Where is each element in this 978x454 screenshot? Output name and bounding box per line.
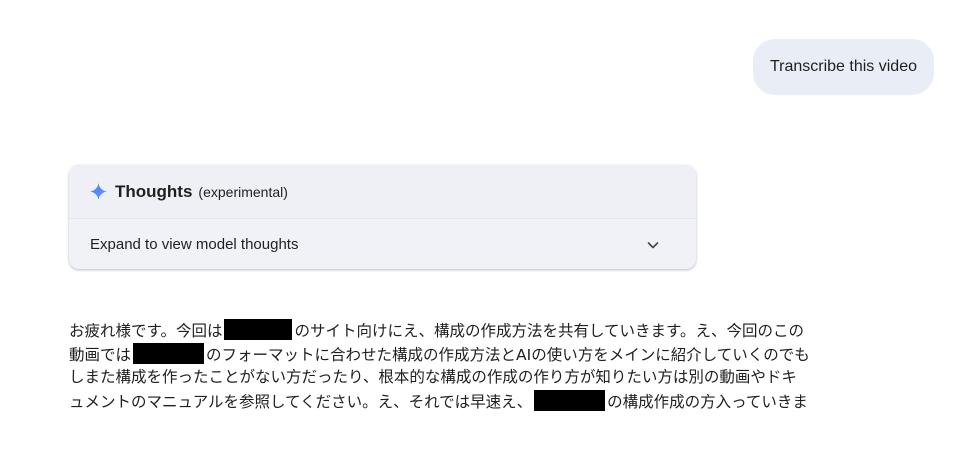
- transcript-text: お疲れ様です。今回は: [69, 322, 223, 340]
- user-message-text: Transcribe this video: [769, 58, 917, 75]
- expand-thoughts-label: Expand to view model thoughts: [90, 235, 299, 253]
- thoughts-subtitle: (experimental): [198, 183, 288, 200]
- thoughts-header: Thoughts (experimental): [69, 165, 696, 219]
- chat-page: Transcribe this video Thoughts (experime…: [0, 0, 978, 454]
- transcript-line: 動画では のフォーマットに合わせた構成の作成方法とAIの使い方をメインに紹介してい…: [69, 342, 939, 367]
- sparkle-icon: [90, 183, 107, 200]
- transcript-line: ュメントのマニュアルを参照してください。え、それでは早速え、 の構成作成の方入って…: [69, 389, 939, 414]
- transcript-response: お疲れ様です。今回は のサイト向けにえ、構成の作成方法を共有していきます。え、今回…: [69, 319, 939, 413]
- redaction-block: [133, 342, 205, 364]
- chevron-down-icon[interactable]: [646, 237, 660, 251]
- user-message-bubble: Transcribe this video: [752, 39, 934, 95]
- transcript-text: しまた構成を作ったことがない方だったり、根本的な構成の作成の作り方が知りたい方は…: [69, 368, 797, 386]
- expand-thoughts-button[interactable]: Expand to view model thoughts: [69, 219, 696, 269]
- transcript-text: のフォーマットに合わせた構成の作成方法とAIの使い方をメインに紹介していくのでも: [206, 345, 810, 364]
- redaction-block: [224, 319, 293, 340]
- transcript-line: しまた構成を作ったことがない方だったり、根本的な構成の作成の作り方が知りたい方は…: [69, 366, 939, 390]
- transcript-text: 動画では: [69, 345, 132, 364]
- thoughts-panel: Thoughts (experimental) Expand to view m…: [69, 165, 696, 269]
- thoughts-title: Thoughts: [115, 181, 193, 201]
- transcript-text: のサイト向けにえ、構成の作成方法を共有していきます。え、今回のこの: [294, 322, 804, 340]
- transcript-text: ュメントのマニュアルを参照してください。え、それでは早速え、: [69, 392, 533, 411]
- transcript-text: の構成作成の方入っていきま: [607, 392, 808, 411]
- redaction-block: [534, 389, 606, 411]
- transcript-line: お疲れ様です。今回は のサイト向けにえ、構成の作成方法を共有していきます。え、今回…: [69, 319, 939, 343]
